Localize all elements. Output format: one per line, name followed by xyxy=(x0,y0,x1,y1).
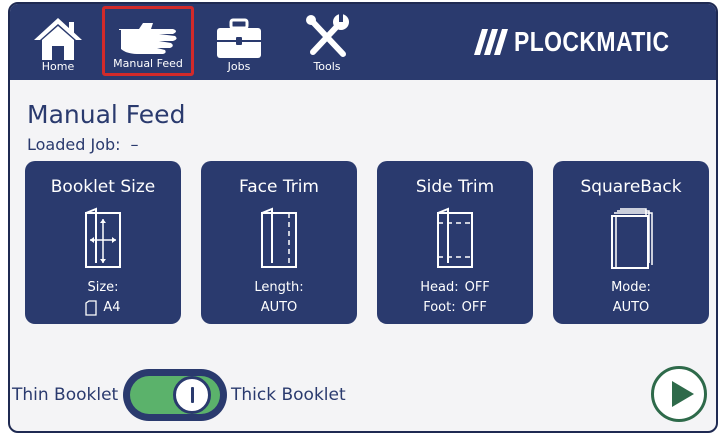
booklet-size-card[interactable]: Booklet Size Size: A4 xyxy=(25,161,181,324)
nav-manual-feed-button[interactable]: Manual Feed xyxy=(102,6,194,76)
face-trim-title: Face Trim xyxy=(238,177,319,197)
booklet-size-icon xyxy=(85,207,121,268)
side-trim-head-value: OFF xyxy=(464,280,490,295)
squareback-value: AUTO xyxy=(612,300,650,315)
booklet-size-label: Size: xyxy=(87,280,119,295)
face-trim-card[interactable]: Face Trim Length: AUTO xyxy=(201,161,357,324)
brand-slashes-icon xyxy=(474,29,509,55)
face-trim-icon xyxy=(261,207,297,268)
tools-icon xyxy=(306,14,349,57)
side-trim-head-row: Head: OFF xyxy=(377,280,533,295)
brand-logo: PLOCKMATIC xyxy=(474,24,704,60)
side-trim-foot-value: OFF xyxy=(461,300,487,315)
top-navigation-bar: Home Manual Feed Jobs Tools PLOCKMATIC xyxy=(10,4,716,80)
face-trim-label: Length: xyxy=(254,280,304,295)
nav-home-label: Home xyxy=(41,60,75,73)
loaded-job: Loaded Job: – xyxy=(27,135,139,154)
briefcase-icon xyxy=(217,18,261,58)
squareback-icon xyxy=(611,208,653,269)
booklet-size-title: Booklet Size xyxy=(50,177,156,197)
home-icon xyxy=(34,18,82,60)
side-trim-icon xyxy=(437,207,473,268)
hand-icon xyxy=(117,23,177,54)
side-trim-foot-label: Foot: xyxy=(423,300,456,315)
play-icon xyxy=(672,381,694,407)
nav-home-button[interactable]: Home xyxy=(30,6,86,76)
booklet-thickness-toggle[interactable] xyxy=(123,369,227,421)
squareback-label: Mode: xyxy=(611,280,651,295)
squareback-title: SquareBack xyxy=(580,177,682,197)
nav-manual-feed-label: Manual Feed xyxy=(113,57,183,70)
squareback-card[interactable]: SquareBack Mode: AUTO xyxy=(553,161,709,324)
paper-sheet-icon xyxy=(85,300,98,316)
toggle-knob[interactable] xyxy=(173,376,211,414)
nav-tools-button[interactable]: Tools xyxy=(292,6,362,76)
page-title: Manual Feed xyxy=(27,100,186,129)
app-frame: Home Manual Feed Jobs Tools PLOCKMATIC M… xyxy=(8,2,718,433)
face-trim-value: AUTO xyxy=(260,300,298,315)
brand-name: PLOCKMATIC xyxy=(514,26,670,57)
side-trim-foot-row: Foot: OFF xyxy=(377,300,533,315)
thick-booklet-label: Thick Booklet xyxy=(231,385,346,405)
nav-jobs-button[interactable]: Jobs xyxy=(204,6,274,76)
nav-tools-label: Tools xyxy=(313,60,341,73)
side-trim-title: Side Trim xyxy=(415,177,495,197)
booklet-size-value: A4 xyxy=(103,300,121,315)
loaded-job-label: Loaded Job: xyxy=(27,135,121,154)
side-trim-card[interactable]: Side Trim Head: OFF Foot: OFF xyxy=(377,161,533,324)
nav-jobs-label: Jobs xyxy=(227,60,251,73)
booklet-size-value-row: A4 xyxy=(25,300,181,320)
thin-booklet-label: Thin Booklet xyxy=(12,385,119,405)
loaded-job-value: – xyxy=(130,135,139,154)
start-button[interactable] xyxy=(651,366,707,422)
side-trim-head-label: Head: xyxy=(420,280,459,295)
